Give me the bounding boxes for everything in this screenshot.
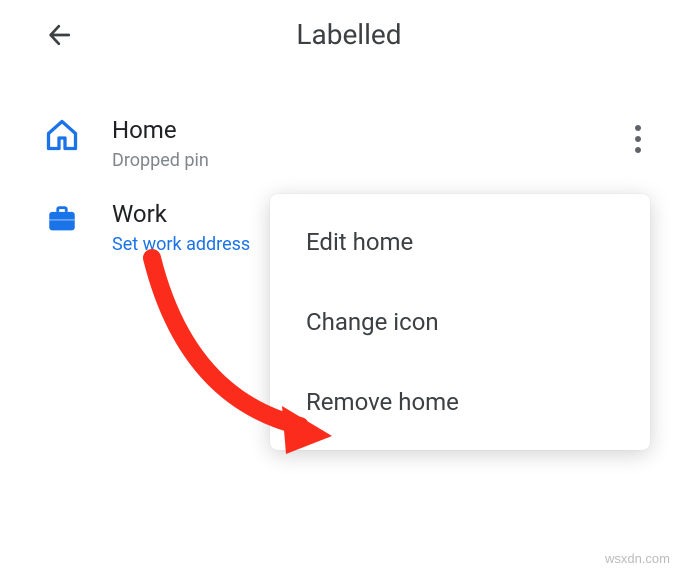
page-title: Labelled [42,18,656,51]
list-item-home[interactable]: Home Dropped pin [0,101,680,185]
list-item-title: Home [112,115,656,146]
menu-item-edit-home[interactable]: Edit home [270,202,650,282]
menu-item-remove-home[interactable]: Remove home [270,362,650,442]
overflow-menu-button[interactable] [622,115,654,163]
context-menu: Edit home Change icon Remove home [270,194,650,450]
watermark: wsxdn.com [605,551,670,566]
list-item-text: Home Dropped pin [112,115,656,171]
list-item-subtitle: Dropped pin [112,150,656,171]
home-icon [42,115,82,155]
more-vert-icon [635,125,641,153]
briefcase-icon [42,199,82,239]
back-button[interactable] [42,17,78,53]
arrow-back-icon [45,20,75,50]
header: Labelled [0,0,680,69]
menu-item-change-icon[interactable]: Change icon [270,282,650,362]
